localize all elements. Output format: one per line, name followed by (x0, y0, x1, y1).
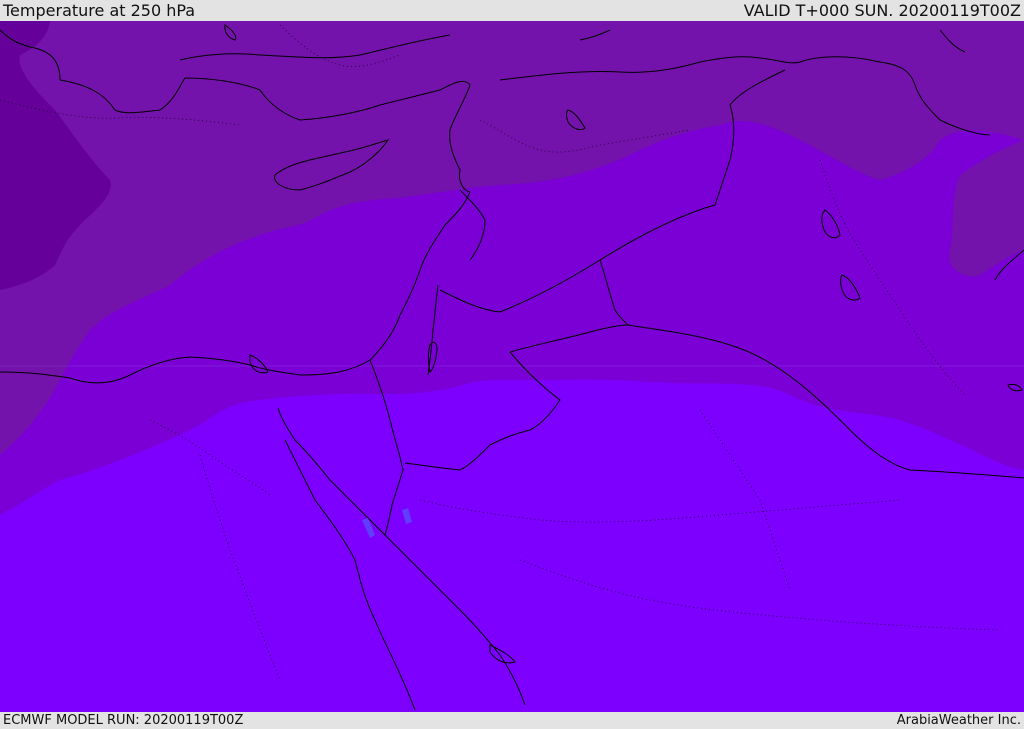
valid-time: VALID T+000 SUN. 20200119T00Z (743, 1, 1021, 20)
footer-bar: ECMWF MODEL RUN: 20200119T00Z ArabiaWeat… (0, 712, 1024, 729)
credit: ArabiaWeather Inc. (896, 713, 1021, 728)
model-run: ECMWF MODEL RUN: 20200119T00Z (3, 713, 244, 728)
weather-map[interactable] (0, 21, 1024, 712)
header-bar: Temperature at 250 hPa VALID T+000 SUN. … (0, 0, 1024, 21)
map-title: Temperature at 250 hPa (3, 1, 196, 20)
temperature-map-svg (0, 21, 1024, 712)
